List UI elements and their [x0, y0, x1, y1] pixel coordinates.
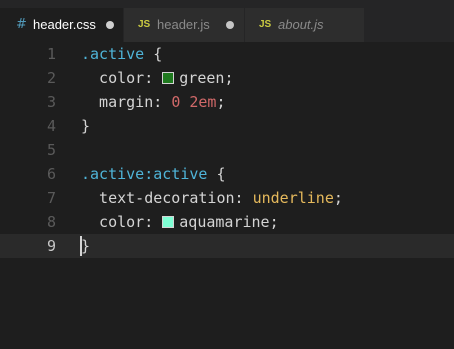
css-file-icon: # [16, 17, 27, 32]
unsaved-dot-icon[interactable] [226, 21, 234, 29]
code-token: .active [81, 45, 145, 63]
code-token: { [144, 45, 163, 63]
code-token: } [81, 117, 91, 135]
line-number: 2 [46, 69, 56, 87]
line-number: 3 [46, 93, 56, 111]
code-token: margin: [81, 93, 172, 111]
code-text: } [81, 234, 90, 258]
code-line[interactable]: 3 margin: 0 2em; [0, 90, 454, 114]
code-token: ; [224, 69, 234, 87]
code-editor-window: # header.css JS header.js JS about.js 1.… [0, 0, 454, 349]
text-cursor [80, 236, 82, 256]
code-token: underline [252, 189, 334, 207]
color-swatch-icon[interactable] [162, 216, 175, 228]
code-line[interactable]: 8 color: aquamarine; [0, 210, 454, 234]
code-text: .active:active { [81, 162, 226, 186]
tab-bar: # header.css JS header.js JS about.js [0, 0, 454, 42]
code-token: ; [269, 213, 279, 231]
js-file-icon: JS [259, 19, 272, 30]
code-line[interactable]: 2 color: green; [0, 66, 454, 90]
code-token: ; [216, 93, 226, 111]
code-line[interactable]: 4} [0, 114, 454, 138]
code-token: color: [81, 213, 163, 231]
line-number: 9 [46, 237, 56, 255]
code-line[interactable]: 1 .active { [0, 42, 454, 66]
js-file-icon: JS [138, 19, 151, 30]
code-token: green [179, 69, 225, 87]
line-number: 7 [46, 189, 56, 207]
code-token: color: [81, 69, 163, 87]
line-number: 4 [46, 117, 56, 135]
code-line[interactable]: 9} [0, 234, 454, 258]
tab-label: header.js [157, 17, 210, 32]
code-token: 0 2em [171, 93, 217, 111]
code-line[interactable]: 6 .active:active { [0, 162, 454, 186]
code-token: } [81, 237, 91, 255]
line-number: 5 [46, 141, 56, 159]
line-number: 1 [46, 45, 56, 63]
code-text: } [81, 114, 90, 138]
tab-about-js[interactable]: JS about.js [245, 8, 365, 42]
tab-header-js[interactable]: JS header.js [124, 8, 245, 42]
code-text: color: green; [81, 66, 233, 90]
code-text: color: aquamarine; [81, 210, 279, 234]
line-number: 6 [46, 165, 56, 183]
code-token: ; [333, 189, 343, 207]
line-number: 8 [46, 213, 56, 231]
code-token: aquamarine [179, 213, 270, 231]
code-text: .active { [81, 42, 162, 66]
code-text: text-decoration: underline; [81, 186, 343, 210]
code-line[interactable]: 5 [0, 138, 454, 162]
code-token: text-decoration: [81, 189, 253, 207]
tab-label: header.css [33, 17, 96, 32]
unsaved-dot-icon[interactable] [106, 21, 114, 29]
color-swatch-icon[interactable] [162, 72, 175, 84]
code-text: margin: 0 2em; [81, 90, 226, 114]
code-token: .active:active [81, 165, 208, 183]
editor-text-area[interactable]: 1 .active {2 color: green; 3 margin: 0 2em… [0, 42, 454, 349]
code-token: { [207, 165, 226, 183]
tab-header-css[interactable]: # header.css [0, 8, 124, 42]
code-line[interactable]: 7 text-decoration: underline; [0, 186, 454, 210]
tab-label: about.js [278, 17, 324, 32]
